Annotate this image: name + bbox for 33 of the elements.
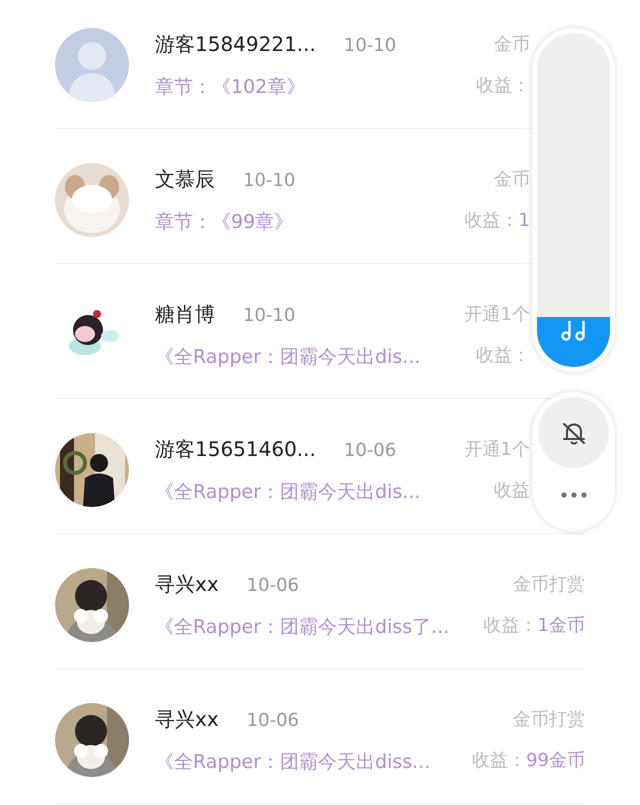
earnings: 收益	[494, 479, 530, 503]
user-name: 寻兴xx	[155, 706, 219, 733]
user-name: 游客15849221...	[155, 30, 316, 58]
user-name: 糖肖博	[155, 300, 215, 328]
chapter-title: 《全Rapper：团霸今天出diss了...	[155, 614, 450, 640]
user-name: 寻兴xx	[155, 570, 219, 598]
chapter-title: 《全Rapper：团霸今天出dis...	[155, 344, 422, 370]
avatar-icon	[55, 28, 129, 102]
more-icon	[561, 492, 587, 498]
reward-type: 开通1个	[464, 438, 530, 462]
earnings: 收益：1	[464, 209, 530, 233]
earnings: 收益：	[476, 344, 530, 368]
user-name: 游客15651460...	[155, 436, 316, 463]
date: 10-06	[246, 708, 299, 733]
user-name: 文慕辰	[155, 166, 215, 193]
earnings: 收益：1金币	[484, 614, 585, 638]
earnings: 收益：	[476, 74, 530, 98]
chapter-title: 章节：《102章》	[155, 74, 306, 100]
reward-type: 金币打赏	[513, 573, 585, 597]
reward-type: 开通1个	[464, 303, 530, 327]
date: 10-06	[344, 438, 396, 463]
reward-type: 金币打赏	[513, 708, 585, 732]
reward-type: 金币	[494, 168, 530, 192]
chapter-title: 《全Rapper：团霸今天出diss...	[155, 750, 432, 775]
chapter-title: 《全Rapper：团霸今天出dis...	[155, 480, 422, 505]
date: 10-06	[246, 574, 299, 598]
chapter-title: 章节：《99章》	[155, 210, 294, 235]
reward-type: 金币	[494, 33, 530, 57]
date: 10-10	[243, 168, 296, 193]
music-note-icon	[561, 319, 586, 341]
date: 10-10	[344, 34, 396, 58]
earnings: 收益：99金币	[472, 749, 585, 773]
date: 10-10	[243, 304, 296, 328]
